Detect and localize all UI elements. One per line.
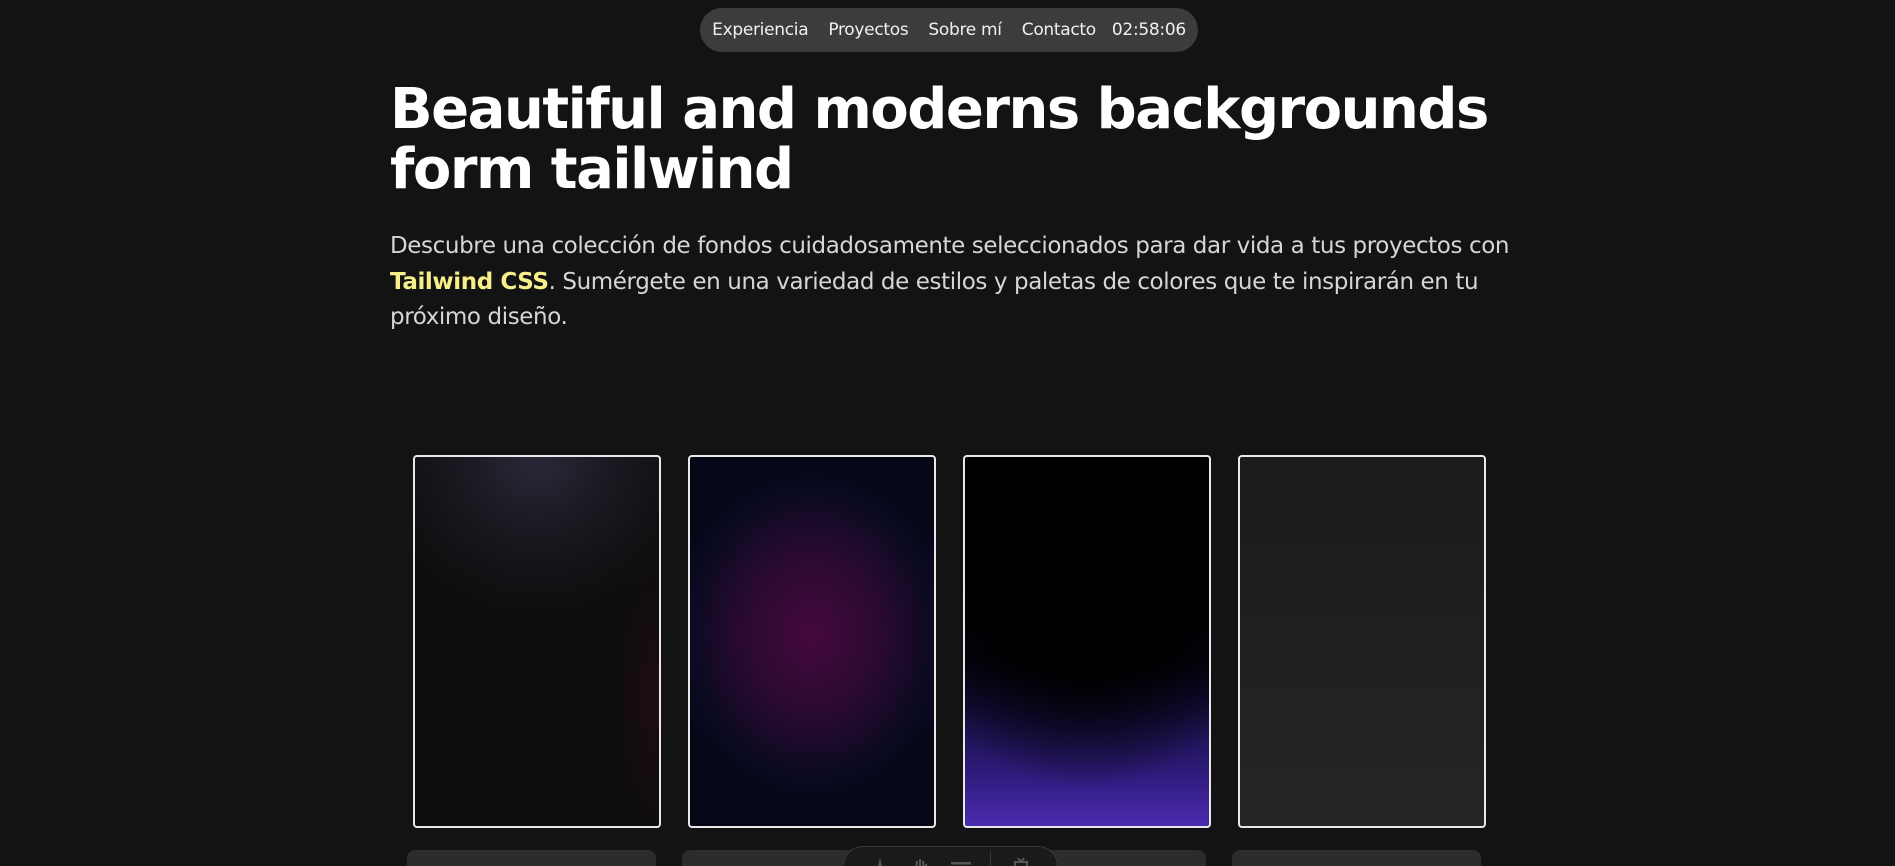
background-card-2[interactable]	[688, 455, 936, 828]
menu-icon[interactable]	[950, 855, 972, 866]
hand-icon[interactable]	[910, 855, 932, 866]
page: Experiencia Proyectos Sobre mí Contacto …	[0, 0, 1895, 866]
background-card-1[interactable]	[413, 455, 661, 828]
hero-description-start: Descubre una colección de fondos cuidado…	[390, 233, 1510, 259]
nav-link-experiencia[interactable]: Experiencia	[712, 20, 808, 40]
hero-description-end: . Sumérgete en una variedad de estilos y…	[390, 268, 1479, 331]
nav-link-contacto[interactable]: Contacto	[1022, 20, 1096, 40]
paint-icon[interactable]	[869, 855, 891, 866]
dock-separator	[990, 851, 992, 866]
bottom-dock	[843, 846, 1058, 866]
background-card-5[interactable]	[407, 850, 656, 866]
tailwind-highlight: Tailwind CSS	[390, 268, 549, 295]
nav-link-sobre-mi[interactable]: Sobre mí	[928, 20, 1002, 40]
hero-description: Descubre una colección de fondos cuidado…	[390, 229, 1510, 336]
nav-link-proyectos[interactable]: Proyectos	[828, 20, 908, 40]
hero-title: Beautiful and moderns backgrounds form t…	[390, 77, 1489, 202]
nav-clock: 02:58:06	[1111, 20, 1186, 40]
background-card-8[interactable]	[1232, 850, 1481, 866]
background-card-4[interactable]	[1238, 455, 1486, 828]
gift-icon[interactable]	[1010, 855, 1032, 866]
top-nav: Experiencia Proyectos Sobre mí Contacto …	[700, 8, 1198, 52]
background-card-3[interactable]	[963, 455, 1211, 828]
